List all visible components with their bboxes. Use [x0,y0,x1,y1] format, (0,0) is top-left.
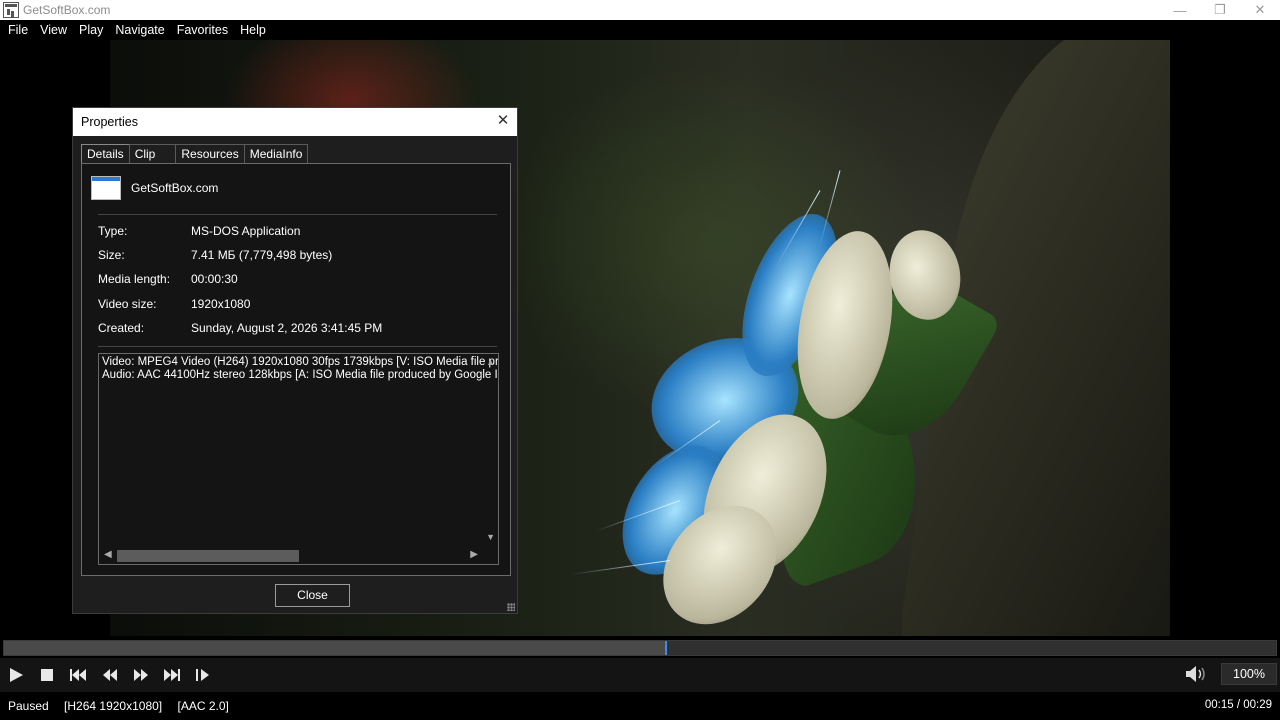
title-bar: GetSoftBox.com — ❐ ✕ [0,0,1280,20]
restore-button[interactable]: ❐ [1200,0,1240,20]
resize-grip-icon[interactable] [507,603,515,611]
property-created: Created: Sunday, August 2, 2026 3:41:45 P… [98,321,498,335]
video-codec-info: [H264 1920x1080] [64,699,163,713]
rewind-icon[interactable] [99,664,121,686]
property-label: Created: [98,321,145,335]
minimize-button[interactable]: — [1160,0,1200,20]
property-size: Size: 7.41 МБ (7,779,498 bytes) [98,248,498,262]
menu-file[interactable]: File [2,20,34,40]
video-stream-line: Video: MPEG4 Video (H264) 1920x1080 30fp… [102,356,499,368]
zoom-level[interactable]: 100% [1221,663,1277,685]
skip-forward-icon[interactable] [161,664,183,686]
menu-help[interactable]: Help [234,20,272,40]
menu-navigate[interactable]: Navigate [109,20,170,40]
properties-dialog: Properties ✕ Details Clip Resources Medi… [72,107,518,614]
property-label: Media length: [98,272,171,286]
menu-favorites[interactable]: Favorites [171,20,234,40]
dialog-title-bar: Properties ✕ [73,108,517,136]
tab-details[interactable]: Details [81,144,130,165]
scroll-left-icon[interactable]: ◀ [104,549,112,560]
status-bar: Paused [H264 1920x1080] [AAC 2.0] 00:15 … [0,692,1280,720]
scroll-down-icon[interactable]: ▼ [486,532,495,542]
property-value: MS-DOS Application [191,224,301,238]
property-value: 00:00:30 [191,272,238,286]
time-display: 00:15 / 00:29 [1204,699,1272,711]
file-header: GetSoftBox.com [91,176,218,200]
seek-bar[interactable] [3,640,1277,656]
stream-info-textbox[interactable]: Video: MPEG4 Video (H264) 1920x1080 30fp… [98,353,499,565]
status-info: Paused [H264 1920x1080] [AAC 2.0] [0,699,241,713]
menu-play[interactable]: Play [73,20,109,40]
property-video-size: Video size: 1920x1080 [98,297,498,311]
transport-controls: 100% [0,658,1280,692]
window-title: GetSoftBox.com [23,3,111,17]
scrollbar-thumb[interactable] [117,550,299,562]
property-value: 7.41 МБ (7,779,498 bytes) [191,248,333,262]
tab-bar: Details Clip Resources MediaInfo [81,144,309,165]
close-window-button[interactable]: ✕ [1240,0,1280,20]
audio-codec-info: [AAC 2.0] [177,699,229,713]
play-icon[interactable] [5,664,27,686]
file-name: GetSoftBox.com [131,181,219,195]
property-label: Video size: [98,297,157,311]
frame-step-icon[interactable] [192,664,214,686]
audio-stream-line: Audio: AAC 44100Hz stereo 128kbps [A: IS… [102,369,499,381]
playback-state: Paused [8,699,49,713]
tab-mediainfo[interactable]: MediaInfo [243,144,309,164]
property-label: Size: [98,248,125,262]
property-media-length: Media length: 00:00:30 [98,272,498,286]
app-icon [3,2,19,18]
fast-forward-icon[interactable] [130,664,152,686]
property-value: Sunday, August 2, 2026 3:41:45 PM [191,321,383,335]
volume-icon[interactable] [1184,664,1208,686]
property-type: Type: MS-DOS Application [98,224,498,238]
close-button[interactable]: Close [275,584,350,607]
scroll-right-icon[interactable]: ▶ [470,549,478,560]
seek-progress [4,641,665,655]
scroll-up-icon[interactable]: ▲ [486,357,495,367]
seek-position-marker[interactable] [665,641,667,655]
tab-clip[interactable]: Clip [128,144,177,164]
menu-bar: File View Play Navigate Favorites Help [0,20,1280,40]
dialog-title: Properties [81,115,138,129]
divider [98,346,497,347]
details-panel: GetSoftBox.com Type: MS-DOS Application S… [81,163,511,576]
window-controls: — ❐ ✕ [1160,0,1280,20]
menu-view[interactable]: View [34,20,73,40]
property-value: 1920x1080 [191,297,251,311]
stop-icon[interactable] [36,664,58,686]
tab-resources[interactable]: Resources [175,144,245,164]
property-label: Type: [98,224,128,238]
file-icon [91,176,121,200]
divider [98,214,497,215]
horizontal-scrollbar[interactable]: ◀ ▶ [99,547,498,564]
skip-back-icon[interactable] [67,664,89,686]
close-icon[interactable]: ✕ [495,113,511,129]
